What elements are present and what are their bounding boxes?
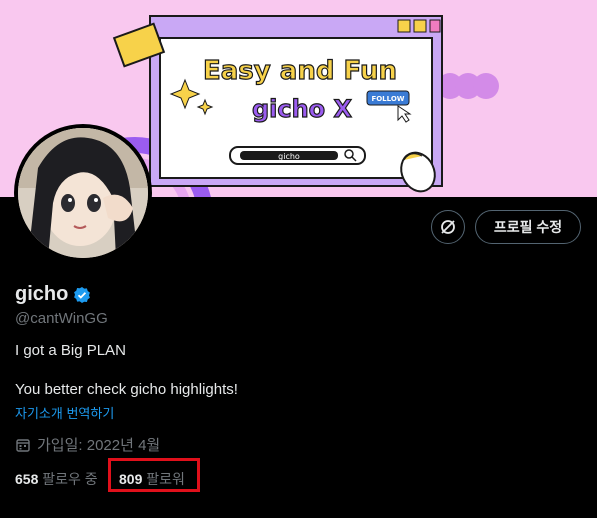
profile-name-row: gicho (15, 283, 91, 306)
edit-profile-button[interactable]: 프로필 수정 (475, 210, 581, 244)
following-count: 658 (15, 471, 39, 487)
avatar-image (18, 128, 148, 258)
join-date: 가입일: 2022년 4월 (15, 434, 160, 455)
following-stat[interactable]: 658 팔로우 중 (15, 469, 98, 489)
followers-count: 809 (119, 471, 143, 487)
avatar[interactable] (18, 128, 148, 258)
calendar-icon (16, 438, 30, 452)
verified-badge-icon[interactable] (73, 286, 91, 304)
link-slash-button[interactable] (431, 210, 465, 244)
followers-label: 팔로워 (146, 471, 185, 487)
join-date-text: 가입일: 2022년 4월 (37, 437, 161, 454)
profile-handle: @cantWinGG (15, 310, 108, 327)
banner-search-text: gicho (278, 152, 300, 161)
following-label: 팔로우 중 (42, 471, 98, 487)
link-slash-icon (441, 220, 455, 234)
bio-line-2: You better check gicho highlights! (15, 381, 238, 398)
bio-line-1: I got a Big PLAN (15, 342, 126, 359)
banner-follow-badge: FOLLOW (371, 95, 404, 103)
profile-name: gicho (15, 283, 69, 305)
banner-subline: gicho X (252, 95, 353, 123)
banner-headline: Easy and Fun (203, 56, 397, 86)
followers-stat[interactable]: 809 팔로워 (119, 469, 185, 489)
translate-bio-link[interactable]: 자기소개 번역하기 (15, 403, 114, 422)
